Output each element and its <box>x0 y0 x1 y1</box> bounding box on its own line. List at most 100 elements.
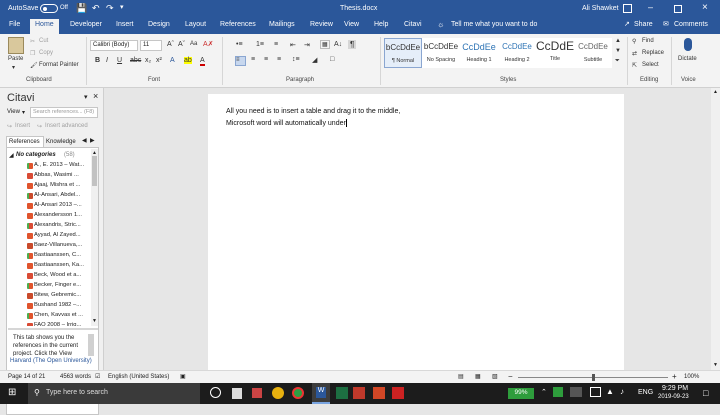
style-no-spacing[interactable]: bCcDdEe No Spacing <box>422 38 460 68</box>
zoom-out-icon[interactable]: − <box>508 372 513 381</box>
paste-icon[interactable] <box>8 37 24 54</box>
volume-icon[interactable]: ♪ <box>620 387 624 396</box>
reference-item[interactable]: Bitew, Gebremic... <box>34 292 81 298</box>
format-painter-button[interactable]: Format Painter <box>39 62 79 68</box>
battery-indicator[interactable]: 99% <box>508 388 534 399</box>
align-center-icon[interactable]: ≡ <box>251 56 255 63</box>
close-icon[interactable]: × <box>702 2 708 13</box>
grow-font-icon[interactable]: Aˆ <box>167 41 174 48</box>
reference-item[interactable]: Bushand 1982 –... <box>34 302 81 308</box>
tab-review[interactable]: Review <box>310 21 333 28</box>
format-painter-icon[interactable]: 🖌 <box>30 62 38 69</box>
scroll-up-icon[interactable]: ▲ <box>713 89 718 95</box>
scroll-down-icon[interactable]: ▼ <box>713 362 718 368</box>
find-button[interactable]: Find <box>642 38 654 44</box>
copy-icon[interactable]: ❐ <box>30 50 35 57</box>
wifi-icon[interactable]: ▲ <box>606 387 614 396</box>
taskbar-search-placeholder[interactable]: Type here to search <box>46 389 108 396</box>
subscript-icon[interactable]: x₂ <box>145 57 151 64</box>
replace-button[interactable]: Replace <box>642 50 664 56</box>
reference-item[interactable]: Bastiaanssen, Ka... <box>34 262 84 268</box>
tab-developer[interactable]: Developer <box>70 21 102 28</box>
notifications-icon[interactable]: □ <box>703 388 708 398</box>
reference-item[interactable]: Abbas, Wasimi ... <box>34 172 79 178</box>
folder-icon[interactable] <box>272 387 284 399</box>
increase-indent-icon[interactable]: ⇥ <box>304 41 310 49</box>
pane-options-icon[interactable]: ▾ <box>84 93 88 101</box>
italic-icon[interactable]: I <box>106 57 108 64</box>
style-normal[interactable]: bCcDdEe ¶ Normal <box>384 38 422 68</box>
highlight-icon[interactable]: ab <box>184 57 192 64</box>
web-layout-icon[interactable]: ▧ <box>492 373 498 380</box>
tray-app-icon-2[interactable] <box>570 387 582 397</box>
reference-item[interactable]: Baez-Villanueva,... <box>34 242 82 248</box>
tab-insert[interactable]: Insert <box>116 21 134 28</box>
select-icon[interactable]: ⇱ <box>632 62 637 69</box>
document-page[interactable]: All you need is to insert a table and dr… <box>208 94 624 370</box>
reference-item[interactable]: Ayyad, Al Zayed... <box>34 232 81 238</box>
font-size-select[interactable]: 11 <box>140 40 162 51</box>
save-icon[interactable]: 💾 <box>76 3 87 14</box>
cut-button[interactable]: Cut <box>39 38 48 44</box>
tab-file[interactable]: File <box>9 21 20 28</box>
cut-icon[interactable]: ✂ <box>30 38 35 45</box>
tab-citavi[interactable]: Citavi <box>404 21 422 28</box>
borders-icon[interactable]: □ <box>330 56 334 63</box>
citavi-view-menu[interactable]: View <box>7 109 20 115</box>
find-icon[interactable]: ⚲ <box>632 38 636 45</box>
tab-citavi-references[interactable]: References <box>6 136 44 147</box>
macro-icon[interactable]: ▣ <box>180 373 186 380</box>
excel-icon[interactable] <box>336 387 348 399</box>
tab-design[interactable]: Design <box>148 21 170 28</box>
style-title[interactable]: CcDdEe Title <box>536 38 581 68</box>
tab-next-icon[interactable]: ▶ <box>90 137 95 144</box>
tab-home[interactable]: Home <box>30 19 59 34</box>
view-dropdown-icon[interactable]: ▾ <box>22 109 25 116</box>
windows-start-icon[interactable]: ⊞ <box>8 387 16 398</box>
reference-item[interactable]: FAO 2008 – Irrig... <box>34 322 81 326</box>
tab-view[interactable]: View <box>344 21 359 28</box>
reference-item[interactable]: Al-Ansari, Abdel... <box>34 192 80 198</box>
shrink-font-icon[interactable]: Aˇ <box>178 41 185 48</box>
pane-close-icon[interactable]: × <box>93 91 98 101</box>
tell-me-box[interactable]: Tell me what you want to do <box>451 21 537 28</box>
page-count[interactable]: Page 14 of 21 <box>8 374 45 380</box>
insert-advanced-icon[interactable]: ↪ <box>37 123 42 130</box>
align-left-icon[interactable]: ≡ <box>235 56 246 66</box>
zoom-level[interactable]: 100% <box>684 374 699 380</box>
pdf-icon[interactable] <box>392 387 404 399</box>
tab-references[interactable]: References <box>220 21 256 28</box>
citavi-search-input[interactable]: Search references... (F8) <box>30 107 98 118</box>
insert-icon[interactable]: ↪ <box>7 123 12 130</box>
reference-item[interactable]: Alexandris, Stric... <box>34 222 81 228</box>
proofing-icon[interactable]: ☑ <box>95 373 100 380</box>
chrome-icon[interactable] <box>292 387 304 399</box>
reference-item[interactable]: Beck, Wood et a... <box>34 272 81 278</box>
bold-icon[interactable]: B <box>95 57 100 64</box>
powerpoint-icon[interactable] <box>373 387 385 399</box>
reference-item[interactable]: Bastiaanssen, C... <box>34 252 81 258</box>
table-icon[interactable]: ▦ <box>320 40 330 49</box>
shading-icon[interactable]: ◢ <box>312 56 317 64</box>
tab-help[interactable]: Help <box>374 21 388 28</box>
app-icon-red[interactable] <box>252 388 262 398</box>
collapse-icon[interactable]: ◢ <box>9 152 14 159</box>
language-status[interactable]: English (United States) <box>108 374 169 380</box>
reference-item[interactable]: A., E. 2013 – Wat... <box>34 162 84 168</box>
user-name[interactable]: Ali Shawket <box>582 5 619 12</box>
numbering-icon[interactable]: 1≡ <box>256 41 264 48</box>
line-spacing-icon[interactable]: ↕≡ <box>292 56 300 63</box>
clock-date[interactable]: 2019-09-23 <box>658 394 689 400</box>
doc-line-1[interactable]: All you need is to insert a table and dr… <box>226 108 400 115</box>
read-mode-icon[interactable]: ▤ <box>458 373 464 380</box>
tray-app-icon[interactable] <box>553 387 563 397</box>
sort-icon[interactable]: A↓ <box>334 41 342 48</box>
share-button[interactable]: Share <box>634 21 653 28</box>
ribbon-display-icon[interactable] <box>623 4 632 13</box>
zoom-slider-thumb[interactable] <box>592 374 595 381</box>
style-heading-1[interactable]: CcDdEe Heading 1 <box>460 38 498 68</box>
citavi-insert-advanced-button[interactable]: Insert advanced <box>45 123 88 129</box>
select-button[interactable]: Select <box>642 62 659 68</box>
change-case-icon[interactable]: Aa <box>190 41 197 47</box>
customize-toolbar-icon[interactable]: ▾ <box>120 3 124 11</box>
